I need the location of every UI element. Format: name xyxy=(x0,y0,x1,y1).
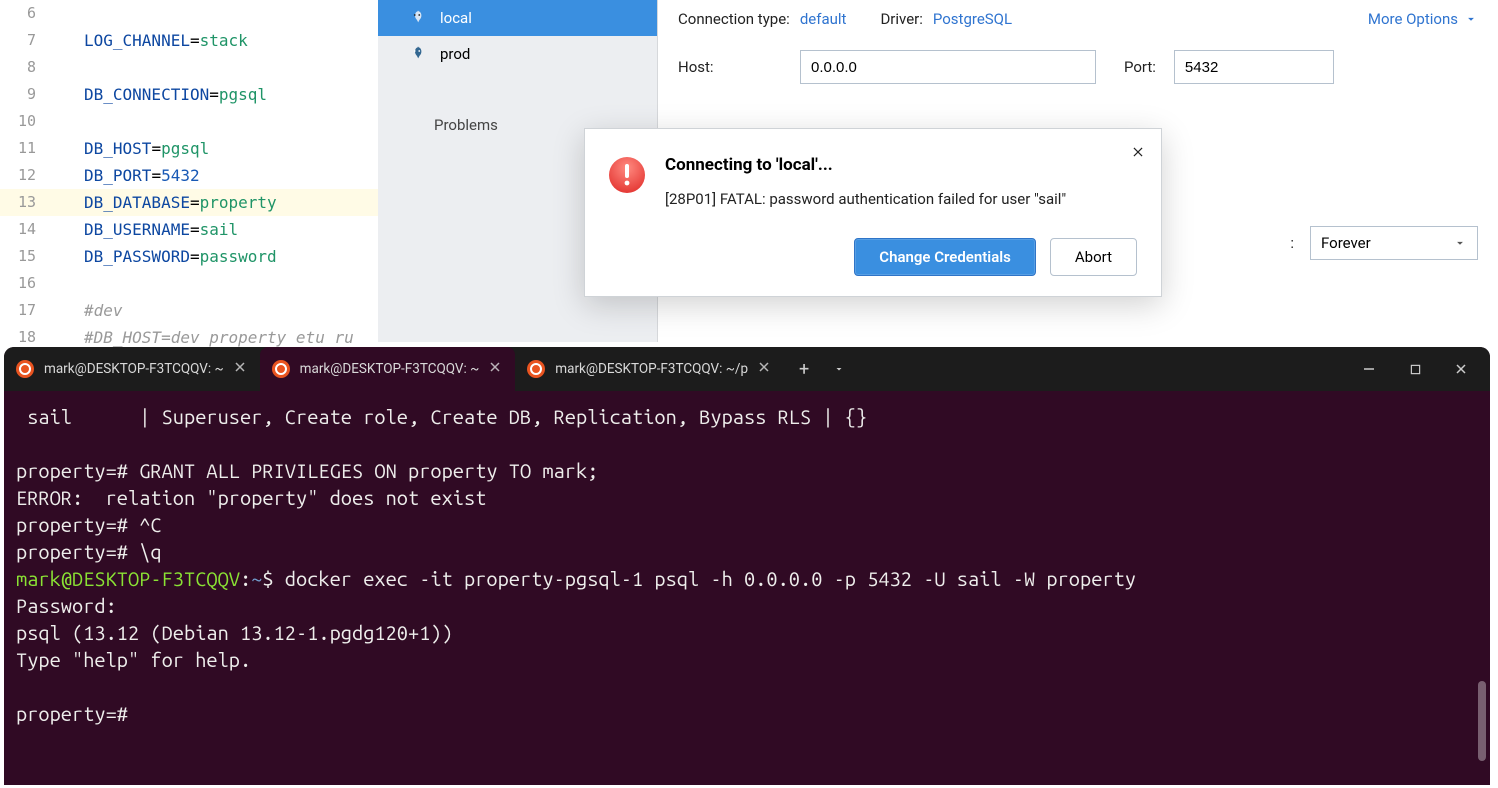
ubuntu-icon xyxy=(16,360,34,378)
code-line[interactable]: 12DB_PORT=5432 xyxy=(0,162,378,189)
connection-error-dialog: Connecting to 'local'... [28P01] FATAL: … xyxy=(584,128,1162,297)
terminal-tab-title: mark@DESKTOP-F3TCQQV: ~ xyxy=(44,361,224,377)
port-label: Port: xyxy=(1124,58,1156,76)
code-line[interactable]: 16 xyxy=(0,270,378,297)
terminal-tab[interactable]: mark@DESKTOP-F3TCQQV: ~ xyxy=(260,347,516,391)
tab-dropdown-button[interactable] xyxy=(824,347,854,391)
code-line[interactable]: 10 xyxy=(0,108,378,135)
terminal-tabstrip: mark@DESKTOP-F3TCQQV: ~ mark@DESKTOP-F3TC… xyxy=(4,347,1490,391)
error-icon xyxy=(607,155,647,195)
code-line[interactable]: 13DB_DATABASE=property xyxy=(0,189,378,216)
code-content: DB_DATABASE=property xyxy=(50,189,378,216)
close-icon xyxy=(1131,145,1145,159)
line-number: 15 xyxy=(0,243,50,270)
window-maximize-button[interactable] xyxy=(1392,353,1438,385)
more-options-label: More Options xyxy=(1368,10,1458,28)
terminal-output: sail | Superuser, Create role, Create DB… xyxy=(16,403,1482,727)
db-connection-prod[interactable]: prod xyxy=(378,36,657,72)
code-line[interactable]: 14DB_USERNAME=sail xyxy=(0,216,378,243)
db-connection-local[interactable]: local xyxy=(378,0,657,36)
more-options-button[interactable]: More Options xyxy=(1368,10,1478,28)
terminal-tab-title: mark@DESKTOP-F3TCQQV: ~/p xyxy=(555,361,748,377)
dialog-detail: [28P01] FATAL: password authentication f… xyxy=(665,189,1133,210)
ubuntu-icon xyxy=(272,360,290,378)
dialog-title: Connecting to 'local'... xyxy=(665,155,1133,175)
driver-value[interactable]: PostgreSQL xyxy=(933,10,1012,28)
code-content: DB_PASSWORD=password xyxy=(50,243,378,270)
connection-type-value[interactable]: default xyxy=(800,10,847,28)
close-icon xyxy=(489,361,501,373)
chevron-down-icon xyxy=(1453,236,1467,250)
code-content: LOG_CHANNEL=stack xyxy=(50,27,378,54)
terminal-tab[interactable]: mark@DESKTOP-F3TCQQV: ~ xyxy=(4,347,260,391)
tab-close-button[interactable] xyxy=(234,361,246,377)
code-line[interactable]: 17#dev xyxy=(0,297,378,324)
close-icon xyxy=(758,361,770,373)
line-number: 16 xyxy=(0,270,50,297)
postgresql-icon xyxy=(408,9,426,27)
window-close-button[interactable] xyxy=(1438,353,1484,385)
code-content: DB_USERNAME=sail xyxy=(50,216,378,243)
code-line[interactable]: 8 xyxy=(0,54,378,81)
tab-close-button[interactable] xyxy=(758,361,770,377)
port-input[interactable] xyxy=(1174,50,1334,84)
terminal-body[interactable]: sail | Superuser, Create role, Create DB… xyxy=(4,391,1490,785)
terminal-window: mark@DESKTOP-F3TCQQV: ~ mark@DESKTOP-F3TC… xyxy=(4,347,1490,785)
chevron-down-icon xyxy=(1464,12,1478,26)
line-number: 10 xyxy=(0,108,50,135)
postgresql-icon xyxy=(408,45,426,63)
code-editor[interactable]: 67LOG_CHANNEL=stack89DB_CONNECTION=pgsql… xyxy=(0,0,378,342)
code-content xyxy=(50,0,378,27)
code-content: #dev xyxy=(50,297,378,324)
host-input[interactable] xyxy=(800,50,1096,84)
code-line[interactable]: 6 xyxy=(0,0,378,27)
driver-label: Driver: xyxy=(880,10,922,28)
code-line[interactable]: 11DB_HOST=pgsql xyxy=(0,135,378,162)
host-label: Host: xyxy=(678,58,782,76)
db-connection-label: prod xyxy=(440,45,470,63)
line-number: 14 xyxy=(0,216,50,243)
chevron-down-icon xyxy=(833,363,845,375)
connection-type-label: Connection type: xyxy=(678,10,790,28)
code-content xyxy=(50,108,378,135)
abort-button[interactable]: Abort xyxy=(1050,238,1137,276)
code-line[interactable]: 7LOG_CHANNEL=stack xyxy=(0,27,378,54)
window-controls xyxy=(1346,347,1484,391)
code-content: DB_PORT=5432 xyxy=(50,162,378,189)
save-duration-select[interactable]: Forever xyxy=(1310,226,1478,260)
tab-close-button[interactable] xyxy=(489,361,501,377)
dialog-close-button[interactable] xyxy=(1127,141,1149,163)
code-content: DB_HOST=pgsql xyxy=(50,135,378,162)
code-line[interactable]: 9DB_CONNECTION=pgsql xyxy=(0,81,378,108)
close-icon xyxy=(234,361,246,373)
code-content xyxy=(50,54,378,81)
save-label-suffix: : xyxy=(1290,234,1294,252)
code-content xyxy=(50,270,378,297)
line-number: 17 xyxy=(0,297,50,324)
line-number: 11 xyxy=(0,135,50,162)
terminal-tab[interactable]: mark@DESKTOP-F3TCQQV: ~/p xyxy=(515,347,784,391)
line-number: 9 xyxy=(0,81,50,108)
save-duration-value: Forever xyxy=(1321,234,1371,252)
code-content: DB_CONNECTION=pgsql xyxy=(50,81,378,108)
line-number: 13 xyxy=(0,189,50,216)
terminal-scrollbar[interactable] xyxy=(1478,681,1486,761)
line-number: 12 xyxy=(0,162,50,189)
new-tab-button[interactable]: + xyxy=(784,347,824,391)
line-number: 7 xyxy=(0,27,50,54)
code-line[interactable]: 15DB_PASSWORD=password xyxy=(0,243,378,270)
line-number: 8 xyxy=(0,54,50,81)
terminal-tab-title: mark@DESKTOP-F3TCQQV: ~ xyxy=(300,361,480,377)
window-minimize-button[interactable] xyxy=(1346,353,1392,385)
db-connection-label: local xyxy=(440,9,472,27)
line-number: 6 xyxy=(0,0,50,27)
change-credentials-button[interactable]: Change Credentials xyxy=(854,238,1036,276)
ubuntu-icon xyxy=(527,360,545,378)
